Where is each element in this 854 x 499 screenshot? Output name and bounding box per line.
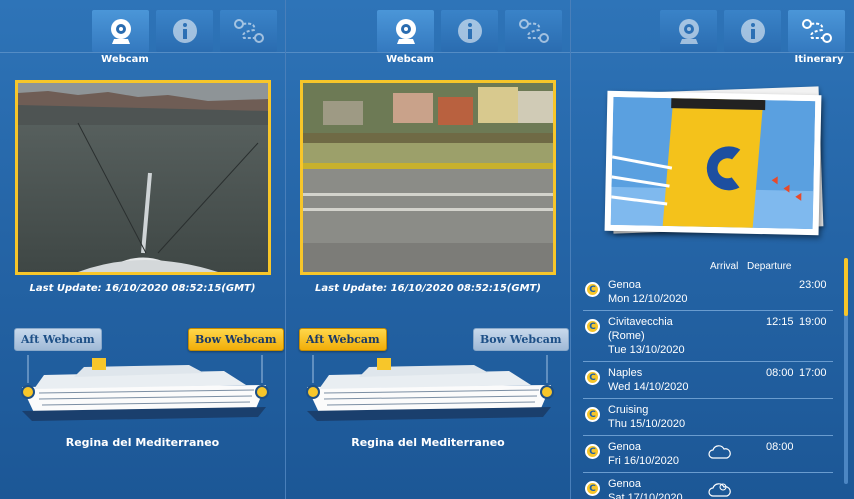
itinerary-list: C Genoa Mon 12/10/2020 23:00 C Civitavec… [583, 274, 833, 499]
webcam-image [15, 80, 271, 275]
arrival-time: 08:00 [766, 441, 794, 453]
ship-name: Regina del Mediterraneo [351, 436, 505, 449]
ship-funnel-photo [604, 90, 822, 236]
departure-time: 23:00 [799, 279, 827, 291]
scrollbar-thumb[interactable] [844, 258, 848, 316]
aft-camera-marker[interactable] [306, 385, 320, 399]
departure-time: 19:00 [799, 316, 827, 328]
list-item[interactable]: C Civitavecchia (Rome) Tue 13/10/2020 12… [583, 311, 833, 362]
webcam-panel-bow: Webcam Last Update: 16/10/2020 08:52:15(… [0, 0, 285, 499]
tab-webcam[interactable] [377, 10, 434, 52]
arrival-time: 12:15 [766, 316, 794, 328]
aft-webcam-button[interactable]: Aft Webcam [14, 328, 102, 351]
stop-date: Tue 13/10/2020 [608, 344, 685, 356]
list-item[interactable]: C Naples Wed 14/10/2020 08:00 17:00 [583, 362, 833, 399]
ship-diagram [22, 355, 266, 421]
column-departure: Departure [747, 261, 792, 272]
webcam-icon [110, 19, 131, 44]
tab-info[interactable] [724, 10, 781, 52]
route-icon [801, 19, 832, 43]
bow-webcam-button[interactable]: Bow Webcam [473, 328, 569, 351]
aft-webcam-button[interactable]: Aft Webcam [299, 328, 387, 351]
column-arrival: Arrival [710, 261, 739, 272]
bow-camera-marker[interactable] [540, 385, 554, 399]
tab-strip: Webcam [286, 0, 570, 68]
tab-webcam-label: Webcam [101, 54, 149, 65]
stop-date: Thu 15/10/2020 [608, 418, 686, 430]
info-icon [457, 19, 482, 43]
departure-time: 17:00 [799, 367, 827, 379]
ship-name: Regina del Mediterraneo [65, 436, 220, 449]
aft-camera-marker[interactable] [21, 385, 35, 399]
cloud-icon [708, 445, 731, 459]
costa-c-icon: C [585, 481, 600, 496]
list-item[interactable]: C Genoa Mon 12/10/2020 23:00 [583, 274, 833, 311]
costa-c-icon: C [585, 370, 600, 385]
tab-webcam[interactable] [92, 10, 149, 52]
ship-diagram [307, 355, 551, 421]
info-icon [172, 19, 197, 43]
tab-itinerary[interactable] [505, 10, 562, 52]
stop-date: Wed 14/10/2020 [608, 381, 689, 393]
tab-itinerary[interactable] [788, 10, 845, 52]
stop-date: Mon 12/10/2020 [608, 293, 688, 305]
sun-cloud-icon [708, 483, 731, 497]
tab-webcam[interactable] [660, 10, 717, 52]
list-item[interactable]: C Genoa Fri 16/10/2020 08:00 [583, 436, 833, 473]
costa-c-icon: C [585, 407, 600, 422]
webcam-image [300, 80, 556, 275]
tab-strip: Itinerary [571, 0, 854, 68]
costa-c-icon: C [585, 319, 600, 334]
arrival-time: 08:00 [766, 367, 794, 379]
list-item[interactable]: C Genoa Sat 17/10/2020 [583, 473, 833, 499]
bow-camera-marker[interactable] [255, 385, 269, 399]
tab-webcam-label: Webcam [386, 54, 434, 65]
tab-itinerary[interactable] [220, 10, 277, 52]
webcam-panel-aft: Webcam Last Update: 16/10/2020 08:52:15(… [286, 0, 570, 499]
webcam-icon [395, 19, 416, 44]
list-item[interactable]: C Cruising Thu 15/10/2020 [583, 399, 833, 436]
last-update-text: Last Update: 16/10/2020 08:52:15(GMT) [29, 283, 256, 294]
costa-c-icon: C [585, 444, 600, 459]
webcam-icon [678, 19, 699, 44]
costa-c-icon: C [585, 282, 600, 297]
route-icon [233, 19, 264, 43]
itinerary-scrollbar[interactable] [844, 258, 848, 484]
bow-webcam-button[interactable]: Bow Webcam [188, 328, 284, 351]
tab-itinerary-label: Itinerary [794, 54, 844, 65]
tab-info[interactable] [156, 10, 213, 52]
itinerary-panel: Itinerary Arrival Departure C Genoa Mon … [571, 0, 854, 499]
last-update-text: Last Update: 16/10/2020 08:52:15(GMT) [315, 283, 541, 294]
route-icon [518, 19, 549, 43]
port-name: Cruising [608, 404, 649, 416]
tab-strip: Webcam [0, 0, 285, 68]
tab-info[interactable] [441, 10, 498, 52]
info-icon [740, 19, 765, 43]
port-subname: (Rome) [608, 330, 645, 342]
